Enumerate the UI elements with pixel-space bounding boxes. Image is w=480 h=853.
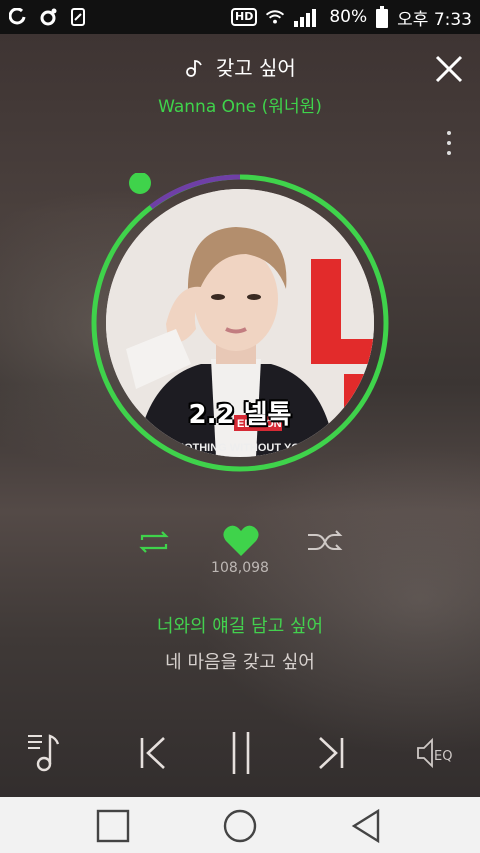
more-vertical-icon <box>447 131 451 135</box>
equalizer-button[interactable]: EQ <box>414 730 460 776</box>
playlist-icon <box>28 734 60 772</box>
pause-button[interactable] <box>226 730 256 776</box>
like-button[interactable] <box>222 524 260 558</box>
album-overlay-text: 2.2 넬톡 <box>188 400 292 430</box>
song-title-row: 갖고 싶어 <box>0 52 480 81</box>
more-options-button[interactable] <box>440 128 458 158</box>
wifi-icon <box>265 7 285 27</box>
device-icon <box>68 7 88 27</box>
previous-button[interactable] <box>136 730 170 776</box>
song-title: 갖고 싶어 <box>215 56 296 80</box>
back-button[interactable] <box>348 807 386 845</box>
shuffle-button[interactable] <box>306 528 344 556</box>
lyric-next-line[interactable]: 네 마음을 갖고 싶어 <box>0 648 480 674</box>
pause-icon <box>232 732 250 774</box>
previous-icon <box>140 737 165 769</box>
hd-badge: HD <box>231 8 258 26</box>
battery-icon <box>375 6 389 28</box>
home-button[interactable] <box>221 807 259 845</box>
repeat-icon <box>139 531 169 553</box>
signal-icon <box>293 7 321 27</box>
next-button[interactable] <box>314 730 348 776</box>
equalizer-icon: EQ <box>417 737 452 769</box>
repeat-button[interactable] <box>136 528 172 556</box>
artist-name[interactable]: Wanna One (워너원) <box>0 92 480 117</box>
heart-icon <box>223 525 259 556</box>
music-note-icon <box>184 59 210 80</box>
notification-dot-icon <box>38 7 58 27</box>
next-icon <box>319 737 344 769</box>
progress-handle[interactable] <box>129 173 151 194</box>
shuffle-icon <box>308 530 343 550</box>
close-button[interactable] <box>432 52 466 86</box>
lyric-current-line[interactable]: 너와의 얘길 담고 싶어 <box>0 612 480 638</box>
back-icon <box>351 808 380 844</box>
recent-apps-button[interactable] <box>94 807 132 845</box>
round-app-icon <box>8 7 28 27</box>
close-icon <box>435 55 463 83</box>
status-time: 오후 7:33 <box>397 9 472 30</box>
playlist-button[interactable] <box>26 730 70 776</box>
progress-ring-arc <box>149 174 241 209</box>
recent-apps-icon <box>96 809 130 843</box>
battery-percent: 80% <box>329 7 368 27</box>
eq-label: EQ <box>434 749 452 764</box>
home-icon <box>223 809 257 843</box>
like-count: 108,098 <box>211 560 269 576</box>
navigation-bar <box>0 797 480 853</box>
status-bar: HD 80% 오후 7:33 <box>0 0 480 34</box>
